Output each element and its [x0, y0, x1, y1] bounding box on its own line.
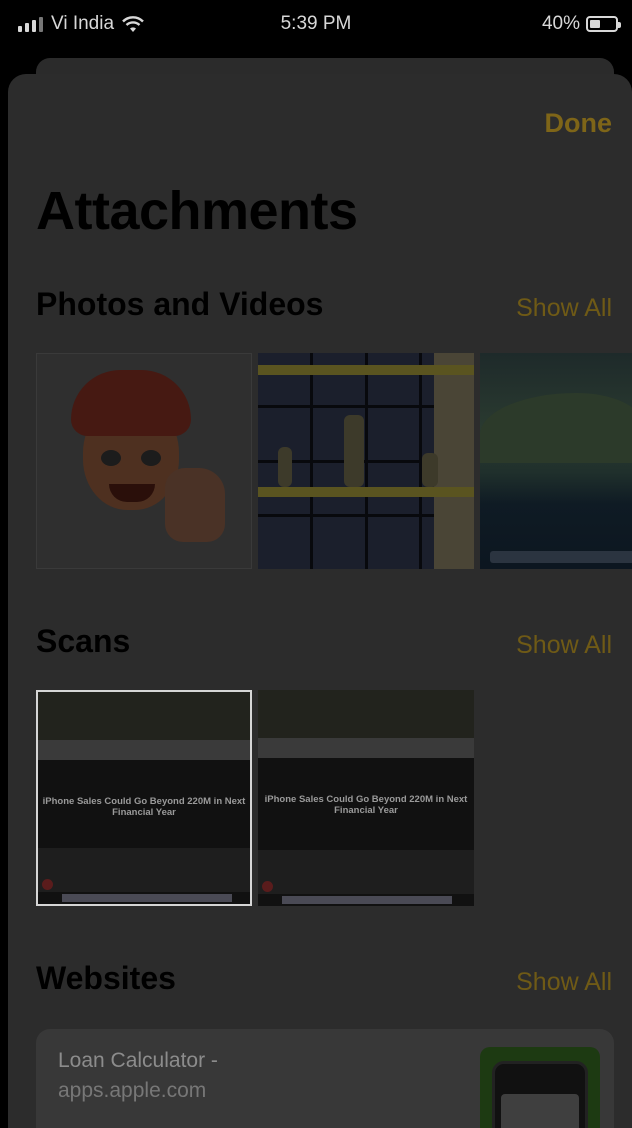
- phone-image: [492, 1061, 588, 1128]
- section-title-photos: Photos and Videos: [36, 286, 324, 322]
- status-right: 40%: [541, 13, 621, 35]
- scan-thumbnail-1[interactable]: iPhone Sales Could Go Beyond 220M in Nex…: [36, 690, 252, 906]
- thumbs-up-hand: [165, 468, 225, 542]
- shelf-vase-right: [422, 453, 438, 487]
- photo-thumbnail-shelf[interactable]: [258, 353, 474, 569]
- memoji-hair: [71, 370, 191, 436]
- website-domain: apps.apple.com: [58, 1079, 207, 1102]
- status-time: 5:39 PM: [280, 13, 352, 34]
- show-all-photos-button[interactable]: Show All: [516, 294, 612, 323]
- scan-street: [258, 850, 474, 894]
- battery-fill: [590, 20, 600, 28]
- scan-badge: [42, 879, 53, 890]
- scan-headline: iPhone Sales Could Go Beyond 220M in Nex…: [42, 796, 246, 819]
- landscape-hills: [480, 393, 632, 463]
- status-bar: Vi India 5:39 PM 40%: [0, 0, 632, 50]
- show-all-websites-button[interactable]: Show All: [516, 968, 612, 997]
- scan-top-area: [258, 690, 474, 738]
- memoji-eye-right: [141, 450, 161, 466]
- scan-top-area: [38, 692, 250, 740]
- scan-headline: iPhone Sales Could Go Beyond 220M in Nex…: [264, 794, 468, 817]
- page-title: Attachments: [36, 181, 358, 241]
- website-card[interactable]: Loan Calculator - apps.apple.com: [36, 1029, 614, 1128]
- scan-dock: [62, 894, 232, 902]
- scans-row: iPhone Sales Could Go Beyond 220M in Nex…: [36, 690, 474, 906]
- website-title: Loan Calculator -: [58, 1049, 218, 1072]
- memoji-eye-left: [101, 450, 121, 466]
- done-button[interactable]: Done: [545, 108, 613, 139]
- scan-thumbnail-2[interactable]: iPhone Sales Could Go Beyond 220M in Nex…: [258, 690, 474, 906]
- website-thumbnail: [480, 1047, 600, 1128]
- battery-icon: [586, 16, 621, 32]
- scan-browser-bar: [38, 740, 250, 760]
- section-title-websites: Websites: [36, 960, 176, 996]
- battery-percent: 40%: [541, 13, 580, 34]
- show-all-scans-button[interactable]: Show All: [516, 631, 612, 660]
- side-wall: [434, 353, 474, 569]
- shelf-figurine: [344, 415, 364, 487]
- photos-row: [36, 353, 632, 569]
- section-title-scans: Scans: [36, 623, 131, 659]
- scan-street: [38, 848, 250, 892]
- scan-badge: [262, 881, 273, 892]
- shelf-vase-left: [278, 447, 292, 487]
- shelf-board-top: [258, 365, 474, 375]
- scan-dock: [282, 896, 452, 904]
- photo-thumbnail-memoji[interactable]: [36, 353, 252, 569]
- phone-screen: [501, 1094, 579, 1128]
- landscape-dock: [490, 551, 632, 563]
- scan-browser-bar: [258, 738, 474, 758]
- attachments-sheet: Done Attachments Photos and Videos Show …: [8, 74, 632, 1128]
- shelf-board-bottom: [258, 487, 474, 497]
- photo-thumbnail-landscape[interactable]: [480, 353, 632, 569]
